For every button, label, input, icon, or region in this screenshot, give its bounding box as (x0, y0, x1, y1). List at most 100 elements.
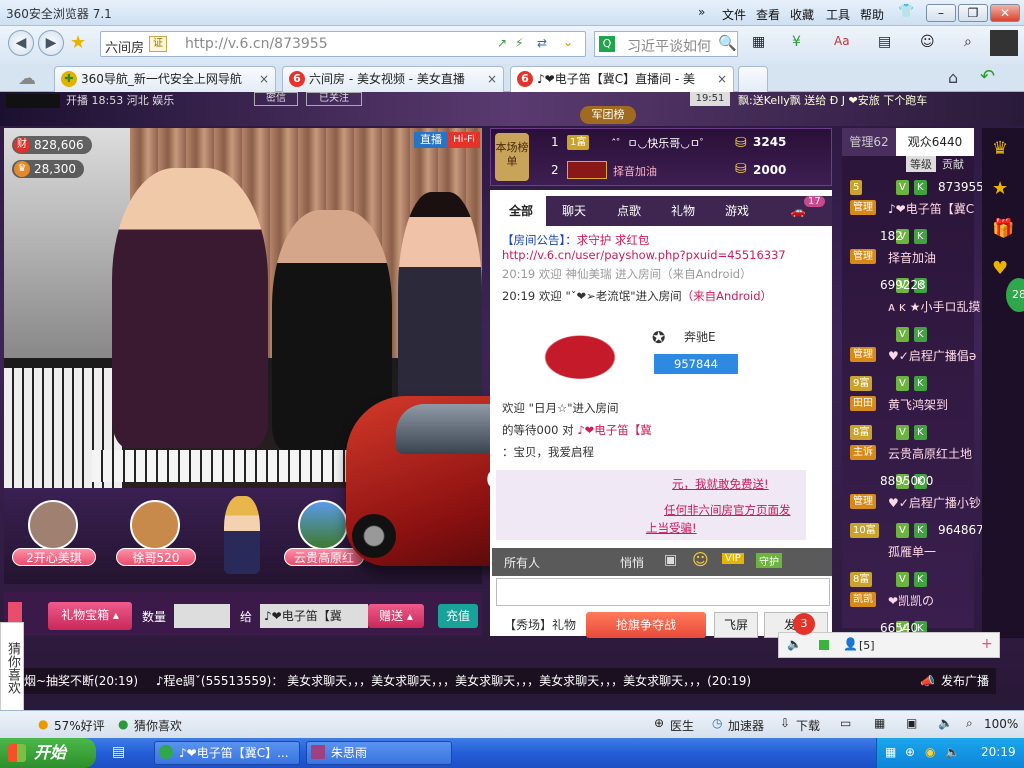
new-tab-button[interactable] (738, 66, 768, 92)
chat-tab-songs[interactable]: 点歌 (602, 196, 656, 226)
home-icon[interactable]: ⌂ (948, 68, 958, 87)
close-tab-icon[interactable]: × (259, 67, 269, 91)
chat-line-3b[interactable]: ♪❤电子笛【冀 (577, 423, 651, 437)
emoji-icon[interactable]: ☺ (692, 550, 709, 569)
game-icon[interactable]: ☺ (920, 34, 935, 50)
layout-icon[interactable]: ▦ (874, 716, 885, 730)
tab-360-nav[interactable]: ✚ 360导航_新一代安全上网导航 × (54, 66, 276, 92)
notice-line-1[interactable]: 元，我就敢免费送! (672, 476, 769, 492)
swap-icon[interactable]: ⇄ (537, 36, 547, 50)
user-id[interactable]: 964867 (938, 523, 984, 537)
maximize-button[interactable]: ❐ (958, 4, 988, 22)
chat-input[interactable] (496, 578, 830, 606)
user-name[interactable]: ♪❤电子笛【冀C (888, 200, 974, 217)
tab-audience[interactable]: 观众6440 (896, 128, 974, 156)
send-gift-button[interactable]: 赠送 ▴ (368, 604, 424, 628)
chat-tab-chat[interactable]: 聊天 (546, 196, 602, 226)
whisper-checkbox[interactable]: 悄悄 (620, 554, 644, 571)
guess-text[interactable]: 猜你喜欢 (134, 717, 182, 734)
back-icon[interactable]: ◀ (8, 30, 34, 56)
more-menu-icon[interactable]: » (698, 5, 705, 19)
dropdown-icon[interactable]: ⌄ (563, 35, 573, 49)
guest-avatar-1[interactable] (28, 500, 78, 550)
fly-screen-button[interactable]: 飞屏 (714, 612, 758, 638)
money-icon[interactable]: ¥ (792, 34, 801, 50)
heart-icon[interactable]: ♥ (992, 258, 1008, 279)
accel-text[interactable]: 加速器 (728, 717, 764, 734)
star-icon[interactable]: ★ (992, 178, 1008, 199)
undo-icon[interactable]: ↶ (980, 66, 995, 87)
user-id[interactable]: 182 (880, 229, 903, 243)
tray-icon-2[interactable]: ⊕ (905, 745, 915, 759)
window-icon[interactable]: ▭ (840, 716, 851, 730)
shirt-icon[interactable]: 👕 (898, 4, 914, 19)
guest-avatar-2[interactable] (130, 500, 180, 550)
show-gift-label[interactable]: 【秀场】礼物 (504, 616, 576, 633)
user-row[interactable]: 9富 V K 田田 黄飞鸿架到 (842, 374, 974, 420)
private-msg-button[interactable]: 密信 (254, 92, 298, 106)
float-badge[interactable]: 28 (1006, 278, 1024, 312)
guest-name-2[interactable]: 徐哥520 (116, 548, 196, 566)
taskbar-chat-window[interactable]: 朱思雨 (306, 741, 452, 765)
grab-flag-button[interactable]: 抢旗争夺战 (586, 612, 706, 638)
tab-live-room[interactable]: 6 ♪❤电子笛【冀C】直播间 - 美 × (510, 66, 734, 92)
user-row[interactable]: 5 V K 873955 管理 ♪❤电子笛【冀C (842, 178, 984, 224)
follow-button[interactable]: 已关注 (306, 92, 362, 106)
guest-name-1[interactable]: 2开心美琪 (12, 548, 96, 566)
minimize-button[interactable]: – (926, 4, 956, 22)
url-text[interactable]: http://v.6.cn/873955 (185, 36, 328, 52)
guest-avatar-3[interactable] (298, 500, 348, 550)
user-id[interactable]: 873955 (938, 180, 984, 194)
toolbox-icon[interactable]: ▤ (878, 34, 891, 50)
notice-line-2[interactable]: 任何非六间房官方页面发 (664, 502, 791, 518)
star-icon[interactable]: ★ (70, 32, 86, 53)
image-icon[interactable]: ▣ (664, 552, 677, 568)
recharge-button[interactable]: 充值 (438, 604, 478, 628)
taskbar-browser-window[interactable]: ♪❤电子笛【冀C】... (154, 741, 300, 765)
sort-by-contrib[interactable]: 贡献 (938, 156, 968, 172)
clock[interactable]: 20:19 (981, 745, 1016, 759)
tray-volume-icon[interactable]: 🔈 (945, 745, 960, 759)
url-box[interactable]: 六间房 证 http://v.6.cn/873955 ↗ ⚡ ⇄ ⌄ (100, 31, 586, 57)
chat-tab-games[interactable]: 游戏 (710, 196, 764, 226)
user-name[interactable]: 黄飞鸿架到 (888, 396, 948, 413)
cartoon-avatar[interactable] (224, 496, 260, 574)
guest-name-3[interactable]: 云贵高原红 (284, 548, 364, 566)
chat-messages[interactable]: 【房间公告】：求守护 求红包 http://v.6.cn/user/paysho… (496, 228, 832, 468)
search-box[interactable]: Q 习近平谈如何 (594, 31, 738, 57)
user-id[interactable]: 8895000 (880, 474, 933, 488)
close-tab-icon[interactable]: × (487, 67, 497, 91)
screen-icon[interactable]: ▣ (906, 716, 917, 730)
sort-by-level[interactable]: 等级 (906, 156, 936, 172)
user-name[interactable]: ♥✓启程广播倡ə (888, 347, 976, 364)
rank-name-2[interactable]: 择音加油 (613, 163, 657, 179)
guess-you-like-sidebar[interactable]: 猜你喜欢 (0, 622, 24, 714)
car-user-id[interactable]: 957844 (654, 354, 738, 374)
tab-6room[interactable]: 6 六间房 - 美女视频 - 美女直播 × (282, 66, 504, 92)
close-window-button[interactable]: ✕ (990, 4, 1020, 22)
user-avatar[interactable] (990, 30, 1018, 56)
hifi-badge[interactable]: Hi-Fi (448, 132, 480, 148)
menu-tools[interactable]: 工具 (826, 6, 850, 23)
crown-icon[interactable]: ♛ (992, 138, 1008, 159)
user-name[interactable]: ❤凯凯の (888, 592, 934, 609)
recipient-select[interactable]: ♪❤电子笛【冀 (260, 604, 368, 628)
search-engine-icon[interactable]: Q (599, 36, 615, 52)
rating-text[interactable]: 57%好评 (54, 717, 105, 734)
user-name[interactable]: 云贵高原红土地 (888, 445, 972, 462)
notice-line-3[interactable]: 上当受骗! (646, 520, 697, 536)
speaker-icon[interactable]: 🔈 (787, 637, 802, 651)
find-icon[interactable]: ⌕ (964, 34, 972, 50)
user-row[interactable]: V K 182 管理 择音加油 (842, 227, 974, 273)
user-row[interactable]: V K 管理 ♥✓启程广播倡ə (842, 325, 976, 371)
gift-box-button[interactable]: 礼物宝箱 ▴ (48, 602, 132, 630)
user-name[interactable]: 择音加油 (888, 249, 936, 266)
guard-rank-tab[interactable]: 军团榜 (580, 106, 636, 124)
publish-broadcast-button[interactable]: 📣 发布广播 (914, 668, 996, 694)
download-text[interactable]: 下载 (796, 717, 820, 734)
gift-side-icon[interactable] (8, 602, 22, 624)
guard-icon[interactable]: 守护 (756, 553, 782, 568)
chat-tab-gifts[interactable]: 礼物 (656, 196, 710, 226)
volume-icon[interactable]: 🔈 (938, 716, 953, 730)
quicklaunch-icon[interactable]: ▤ (112, 744, 125, 760)
